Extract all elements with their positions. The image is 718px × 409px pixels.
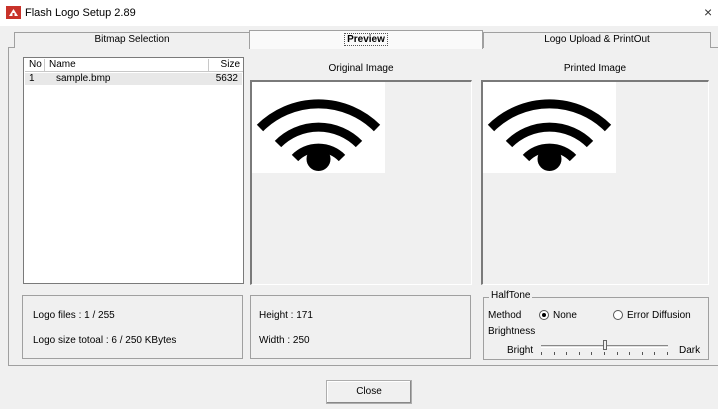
slider-bright-label: Bright: [507, 345, 534, 356]
brightness-label: Brightness: [488, 326, 536, 337]
radio-none-label[interactable]: None: [553, 310, 577, 321]
method-label: Method: [488, 310, 522, 321]
slider-tick: [541, 352, 542, 355]
slider-tick: [591, 352, 592, 355]
file-no-cell: 1: [29, 73, 35, 84]
brightness-slider-thumb[interactable]: [603, 340, 607, 350]
printed-image-frame: [481, 80, 709, 285]
file-list-row[interactable]: 1 sample.bmp 5632: [25, 73, 242, 85]
original-image-caption: Original Image: [328, 63, 394, 74]
printed-image-caption: Printed Image: [563, 63, 627, 74]
tab-logo-upload-printout[interactable]: Logo Upload & PrintOut: [483, 32, 711, 48]
original-image: [252, 82, 385, 173]
printed-image: [483, 82, 616, 173]
slider-tick: [629, 352, 630, 355]
app-logo-icon: [6, 6, 21, 19]
image-height: Height : 171: [259, 310, 313, 321]
column-header-name[interactable]: Name: [45, 59, 209, 72]
tab-bitmap-selection[interactable]: Bitmap Selection: [14, 32, 250, 48]
close-window-icon[interactable]: ×: [704, 4, 718, 20]
slider-tick: [654, 352, 655, 355]
radio-error-diffusion-label[interactable]: Error Diffusion: [627, 310, 691, 321]
slider-tick: [617, 352, 618, 355]
radio-error-diffusion[interactable]: [613, 310, 623, 320]
column-header-size[interactable]: Size: [209, 59, 243, 72]
slider-tick: [566, 352, 567, 355]
logo-size-total: Logo size totoal : 6 / 250 KBytes: [33, 335, 177, 346]
column-header-no[interactable]: No: [25, 59, 45, 72]
halftone-group-label: HalfTone: [489, 290, 533, 301]
file-size-cell: 5632: [215, 73, 238, 84]
radio-none[interactable]: [539, 310, 549, 320]
logo-files-box: [22, 295, 243, 359]
tab-preview-label: Preview: [344, 33, 388, 46]
window-title: Flash Logo Setup 2.89: [25, 7, 136, 19]
image-dimensions-box: [250, 295, 471, 359]
wifi-icon: [487, 99, 612, 171]
wifi-icon: [256, 99, 381, 171]
bitmap-file-list[interactable]: No Name Size 1 sample.bmp 5632: [23, 57, 244, 284]
original-image-frame: [250, 80, 472, 285]
radio-selected-dot: [542, 313, 546, 317]
slider-tick: [642, 352, 643, 355]
image-width: Width : 250: [259, 335, 310, 346]
slider-tick: [579, 352, 580, 355]
logo-files-count: Logo files : 1 / 255: [33, 310, 115, 321]
slider-tick: [554, 352, 555, 355]
close-button[interactable]: Close: [326, 380, 412, 404]
tab-preview[interactable]: Preview: [249, 30, 483, 49]
slider-dark-label: Dark: [679, 345, 701, 356]
slider-tick: [667, 352, 668, 355]
file-name-cell: sample.bmp: [56, 73, 111, 84]
slider-tick: [604, 352, 605, 355]
